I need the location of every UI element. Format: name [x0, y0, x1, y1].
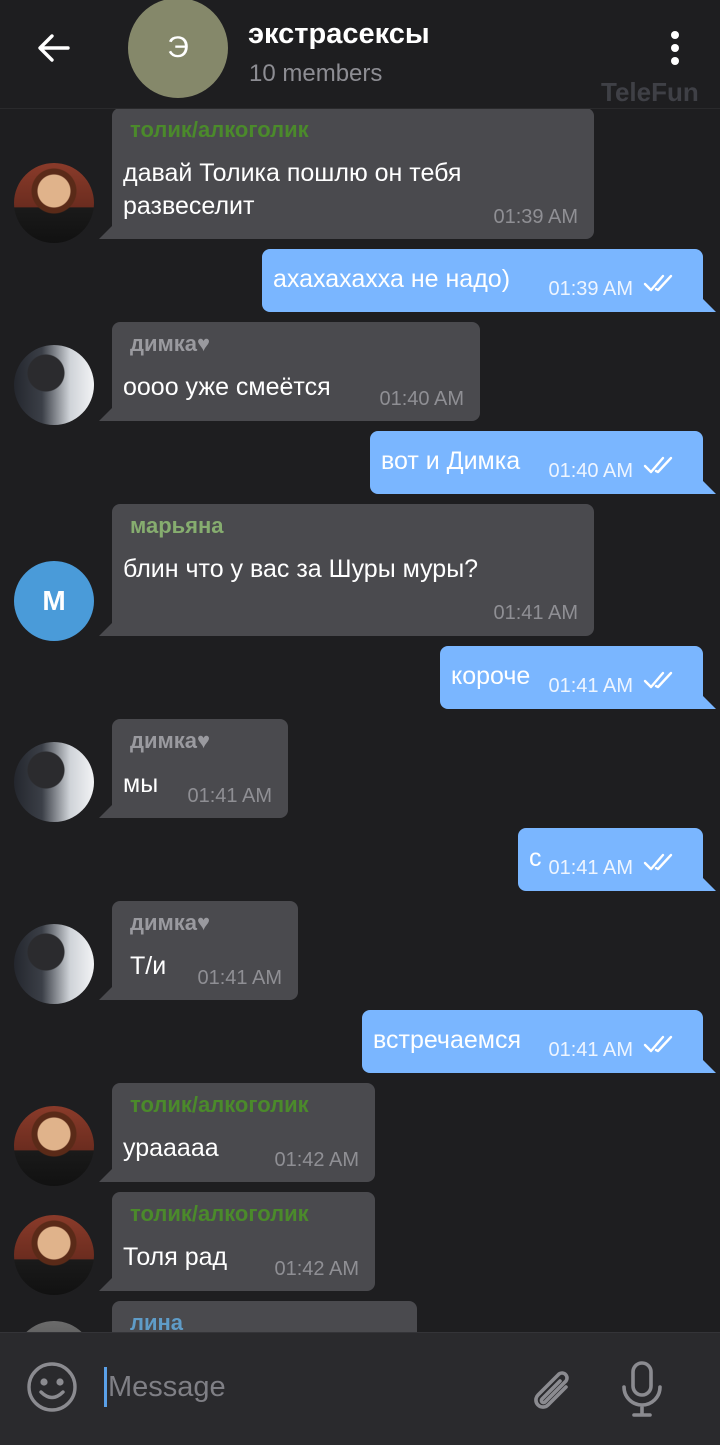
- message-time: 01:41 AM: [548, 675, 633, 697]
- message-time: 01:42 AM: [274, 1149, 359, 1171]
- sender-avatar[interactable]: [14, 345, 94, 425]
- message-time: 01:41 AM: [548, 857, 633, 879]
- message-time: 01:39 AM: [493, 206, 578, 228]
- message-text: Т/и: [130, 952, 167, 980]
- message-text: ахахахахха не надо): [273, 265, 511, 293]
- message-text: встречаемся: [373, 1026, 521, 1054]
- sender-avatar[interactable]: M: [14, 561, 94, 641]
- message-time: 01:41 AM: [197, 967, 282, 989]
- sender-name: марьяна: [130, 513, 224, 538]
- message-text: с: [529, 844, 542, 872]
- message-bubble-outgoing[interactable]: вот и Димка 01:40 AM: [370, 431, 716, 494]
- sender-name: димка♥: [130, 728, 211, 753]
- message-bubble-incoming[interactable]: толик/алкоголик Толя рад 01:42 AM: [99, 1192, 375, 1291]
- read-check-icon: [643, 1035, 673, 1053]
- message-text: вот и Димка: [381, 447, 521, 475]
- attach-icon[interactable]: [524, 1361, 580, 1417]
- message-bubble-outgoing[interactable]: встречаемся 01:41 AM: [362, 1010, 716, 1073]
- chat-title[interactable]: экстрасексы: [248, 18, 430, 51]
- sender-avatar[interactable]: [14, 742, 94, 822]
- text-cursor: [104, 1367, 107, 1407]
- message-list[interactable]: толик/алкоголик давай Толика пошлю он те…: [0, 108, 720, 1332]
- message-text: давай Толика пошлю он тебя развеселит: [123, 159, 462, 220]
- more-menu-icon[interactable]: [660, 28, 690, 68]
- microphone-icon[interactable]: [616, 1359, 668, 1419]
- members-count: 10 members: [249, 60, 383, 87]
- message-time: 01:41 AM: [187, 785, 272, 807]
- message-time: 01:41 AM: [493, 602, 578, 624]
- message-text: блин что у вас за Шуры муры?: [123, 555, 479, 583]
- sender-avatar[interactable]: [14, 1106, 94, 1186]
- message-input[interactable]: [108, 1367, 488, 1407]
- sender-avatar[interactable]: [14, 163, 94, 243]
- sender-name: лина: [130, 1310, 184, 1332]
- sender-name: толик/алкоголик: [130, 1201, 309, 1226]
- message-time: 01:42 AM: [274, 1258, 359, 1280]
- avatar-letter: M: [42, 585, 66, 616]
- message-bubble-incoming[interactable]: димка♥ мы 01:41 AM: [99, 719, 288, 818]
- message-text: урааааа: [123, 1134, 219, 1162]
- message-text: мы: [123, 770, 159, 798]
- sender-name: димка♥: [130, 910, 211, 935]
- message-text: короче: [451, 662, 531, 690]
- chat-avatar[interactable]: Э: [128, 0, 228, 98]
- read-check-icon: [643, 274, 673, 292]
- watermark: TeleFun: [601, 77, 699, 107]
- message-bubble-incoming[interactable]: марьяна блин что у вас за Шуры муры? 01:…: [99, 504, 594, 636]
- sender-name: толик/алкоголик: [130, 1092, 309, 1117]
- message-bubble-incoming[interactable]: толик/алкоголик урааааа 01:42 AM: [99, 1083, 375, 1182]
- message-bubble-incoming[interactable]: димка♥ оооо уже смеётся 01:40 AM: [99, 322, 480, 421]
- message-time: 01:40 AM: [548, 460, 633, 482]
- sender-avatar[interactable]: [14, 1321, 94, 1332]
- sender-avatar[interactable]: [14, 924, 94, 1004]
- message-bubble-outgoing[interactable]: с 01:41 AM: [518, 828, 716, 891]
- read-check-icon: [643, 456, 673, 474]
- message-bubble-incoming[interactable]: лина: [112, 1301, 417, 1332]
- read-check-icon: [643, 853, 673, 871]
- message-composer: [0, 1332, 720, 1445]
- sender-name: толик/алкоголик: [130, 117, 309, 142]
- message-time: 01:40 AM: [379, 388, 464, 410]
- chat-avatar-letter: Э: [167, 31, 189, 64]
- read-check-icon: [643, 671, 673, 689]
- emoji-icon[interactable]: [26, 1361, 78, 1413]
- message-bubble-outgoing[interactable]: ахахахахха не надо) 01:39 AM: [262, 249, 716, 312]
- back-arrow-icon[interactable]: [34, 28, 74, 68]
- message-bubble-incoming[interactable]: толик/алкоголик давай Толика пошлю он те…: [99, 108, 594, 239]
- message-time: 01:41 AM: [548, 1039, 633, 1061]
- message-bubble-incoming[interactable]: димка♥ Т/и 01:41 AM: [99, 901, 298, 1000]
- message-text: оооо уже смеётся: [123, 373, 331, 401]
- sender-avatar[interactable]: [14, 1215, 94, 1295]
- sender-name: димка♥: [130, 331, 211, 356]
- message-time: 01:39 AM: [548, 278, 633, 300]
- message-bubble-outgoing[interactable]: короче 01:41 AM: [440, 646, 716, 709]
- message-text: Толя рад: [123, 1243, 228, 1271]
